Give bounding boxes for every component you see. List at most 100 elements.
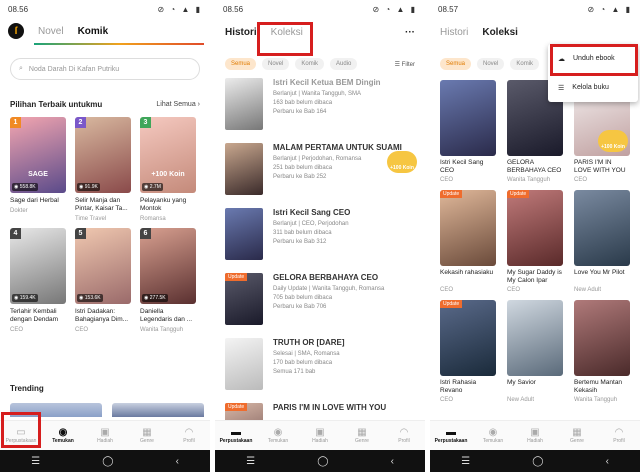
nav-library[interactable]: ▬ Perpustakaan bbox=[430, 421, 472, 450]
tab-histori[interactable]: Histori bbox=[225, 27, 257, 38]
book-cover[interactable] bbox=[574, 300, 630, 376]
unread-count: 311 bab belum dibaca bbox=[273, 230, 332, 236]
collection-card[interactable]: Update My Sugar Daddy is My Calon Ipar CEO bbox=[507, 190, 563, 300]
nav-profile[interactable]: ◠ Profil bbox=[383, 421, 425, 450]
book-card[interactable]: 5 ◉ 153.6K Istri Dadakan: Bahagianya Dim..… bbox=[75, 228, 131, 333]
rank-badge: 5 bbox=[75, 228, 86, 239]
nav-rewards[interactable]: ▣ Hadiah bbox=[84, 421, 126, 450]
chip-audio[interactable]: Audio bbox=[330, 58, 358, 70]
update-status: Perbaru ke Bab 706 bbox=[273, 304, 327, 310]
book-card[interactable]: 3 +100 Koin ◉ 2.7M Pelayanku yang Montok Rom… bbox=[140, 117, 196, 222]
collection-card[interactable]: My Savior New Adult bbox=[507, 300, 563, 410]
nav-rewards[interactable]: ▣ Hadiah bbox=[299, 421, 341, 450]
system-nav-bar: ☰ ◯ ‹ bbox=[0, 450, 210, 472]
nav-discover[interactable]: ◉ Temukan bbox=[42, 421, 84, 450]
tab-koleksi[interactable]: Koleksi bbox=[482, 27, 518, 38]
nav-genre[interactable]: ▦ Genre bbox=[126, 421, 168, 450]
coin-reward-badge[interactable]: +100 Koin bbox=[387, 151, 417, 173]
book-cover[interactable]: Update bbox=[225, 273, 263, 325]
book-cover[interactable]: Update bbox=[440, 300, 496, 376]
book-card[interactable]: 4 ◉ 159.4K Terlahir Kembali dengan Dendam C… bbox=[10, 228, 66, 333]
recents-icon[interactable]: ☰ bbox=[31, 456, 40, 467]
book-cover[interactable]: 1 SAGE ◉ 558.8K bbox=[10, 117, 66, 193]
book-genre: Wanita Tangguh bbox=[507, 177, 551, 183]
see-all-link[interactable]: Lihat Semua › bbox=[156, 101, 200, 108]
tab-komik[interactable]: Komik bbox=[78, 26, 109, 37]
book-cover[interactable]: Update bbox=[440, 190, 496, 266]
chip-novel[interactable]: Novel bbox=[262, 58, 290, 70]
collection-card[interactable]: Love You Mr Pilot New Adult bbox=[574, 190, 630, 300]
book-cover[interactable] bbox=[225, 208, 263, 260]
book-cover[interactable]: 6 ◉ 277.5K bbox=[140, 228, 196, 304]
book-info: Istri Kecil Ketua BEM Dingin Berlanjut | … bbox=[273, 78, 415, 138]
book-cover[interactable]: 2 ◉ 91.9K bbox=[75, 117, 131, 193]
tab-histori[interactable]: Histori bbox=[440, 27, 468, 38]
book-title: Istri Kecil Sang CEO bbox=[273, 208, 351, 217]
home-icon[interactable]: ◯ bbox=[317, 456, 328, 467]
status-bar: 08.56 ⊘ ◔ ▲ ▮ bbox=[215, 0, 425, 18]
library-tabs: Histori Koleksi bbox=[430, 18, 640, 46]
book-cover[interactable] bbox=[440, 80, 496, 156]
history-row[interactable]: Update GELORA BERBAHAYA CEO Daily Update |… bbox=[215, 273, 425, 333]
book-cover[interactable] bbox=[574, 190, 630, 266]
nav-library[interactable]: ▬ Perpustakaan bbox=[215, 421, 257, 450]
recents-icon[interactable]: ☰ bbox=[461, 456, 470, 467]
filter-button[interactable]: ☰ Filter bbox=[395, 61, 415, 68]
nav-rewards[interactable]: ▣ Hadiah bbox=[514, 421, 556, 450]
back-icon[interactable]: ‹ bbox=[391, 456, 394, 467]
book-cover[interactable]: Update bbox=[507, 190, 563, 266]
more-menu-icon[interactable]: ··· bbox=[405, 27, 415, 38]
chip-novel[interactable]: Novel bbox=[477, 58, 505, 70]
trending-thumbnail[interactable] bbox=[112, 403, 204, 417]
update-status: Semua 171 bab bbox=[273, 369, 316, 375]
book-cover[interactable] bbox=[225, 143, 263, 195]
recents-icon[interactable]: ☰ bbox=[246, 456, 255, 467]
book-tags: Berlanjut | CEO, Perjodohan bbox=[273, 221, 349, 227]
collection-card[interactable]: Istri Kecil Sang CEO CEO bbox=[440, 80, 496, 190]
home-icon[interactable]: ◯ bbox=[532, 456, 543, 467]
history-row[interactable]: TRUTH OR [DARE] Selesai | SMA, Romansa 170… bbox=[215, 338, 425, 398]
nav-genre[interactable]: ▦ Genre bbox=[556, 421, 598, 450]
back-icon[interactable]: ‹ bbox=[606, 456, 609, 467]
nav-genre[interactable]: ▦ Genre bbox=[341, 421, 383, 450]
chip-all[interactable]: Semua bbox=[440, 58, 472, 70]
collection-card[interactable]: Bertemu Mantan Kekasih Wanita Tangguh bbox=[574, 300, 630, 410]
book-title: PARIS I'M IN LOVE WITH YOU bbox=[574, 159, 626, 174]
history-row[interactable]: Istri Kecil Ketua BEM Dingin Berlanjut | … bbox=[215, 78, 425, 138]
update-badge: Update bbox=[225, 273, 248, 281]
book-cover[interactable] bbox=[225, 78, 263, 130]
status-time: 08.56 bbox=[8, 4, 29, 14]
book-cover[interactable]: 5 ◉ 153.6K bbox=[75, 228, 131, 304]
gift-icon: ▣ bbox=[100, 427, 110, 438]
book-title: GELORA BERBAHAYA CEO bbox=[507, 159, 562, 174]
nav-profile[interactable]: ◠ Profil bbox=[168, 421, 210, 450]
history-row[interactable]: MALAM PERTAMA UNTUK SUAMI Berlanjut | Per… bbox=[215, 143, 425, 203]
bottom-nav: ▬ Perpustakaan ◉ Temukan ▣ Hadiah ▦ Genre ◠ P… bbox=[430, 420, 640, 450]
book-cover[interactable]: 4 ◉ 159.4K bbox=[10, 228, 66, 304]
search-input[interactable]: ⌕ Noda Darah Di Kafan Putriku bbox=[10, 58, 200, 80]
book-genre: Wanita Tangguh bbox=[140, 327, 184, 333]
history-row[interactable]: Istri Kecil Sang CEO Berlanjut | CEO, Per… bbox=[215, 208, 425, 268]
home-icon[interactable]: ◯ bbox=[102, 456, 113, 467]
tab-novel[interactable]: Novel bbox=[38, 26, 64, 37]
book-cover[interactable]: 3 +100 Koin ◉ 2.7M bbox=[140, 117, 196, 193]
book-card[interactable]: 2 ◉ 91.9K Selir Manja dan Pintar, Kaisar T… bbox=[75, 117, 131, 222]
grid-icon: ▦ bbox=[572, 427, 582, 438]
collection-card[interactable]: Update Kekasih rahasiaku CEO bbox=[440, 190, 496, 300]
nav-discover[interactable]: ◉ Temukan bbox=[472, 421, 514, 450]
chip-komik[interactable]: Komik bbox=[510, 58, 540, 70]
nav-profile[interactable]: ◠ Profil bbox=[598, 421, 640, 450]
nav-discover[interactable]: ◉ Temukan bbox=[257, 421, 299, 450]
book-cover[interactable] bbox=[225, 338, 263, 390]
chip-all[interactable]: Semua bbox=[225, 58, 257, 70]
book-title: My Sugar Daddy is My Calon Ipar bbox=[507, 269, 562, 284]
book-cover[interactable] bbox=[507, 300, 563, 376]
collection-card[interactable]: Update Istri Rahasia Revano CEO bbox=[440, 300, 496, 410]
update-status: Perbaru ke Bab 164 bbox=[273, 109, 327, 115]
menu-item-manage-books[interactable]: ☰ Kelola buku bbox=[548, 73, 638, 102]
coin-reward-badge[interactable]: +100 Koin bbox=[598, 130, 628, 152]
book-card[interactable]: 6 ◉ 277.5K Daniella Legendaris dan ... Wani… bbox=[140, 228, 196, 333]
book-card[interactable]: 1 SAGE ◉ 558.8K Sage dari Herbal Dokter bbox=[10, 117, 66, 222]
back-icon[interactable]: ‹ bbox=[176, 456, 179, 467]
chip-komik[interactable]: Komik bbox=[295, 58, 325, 70]
